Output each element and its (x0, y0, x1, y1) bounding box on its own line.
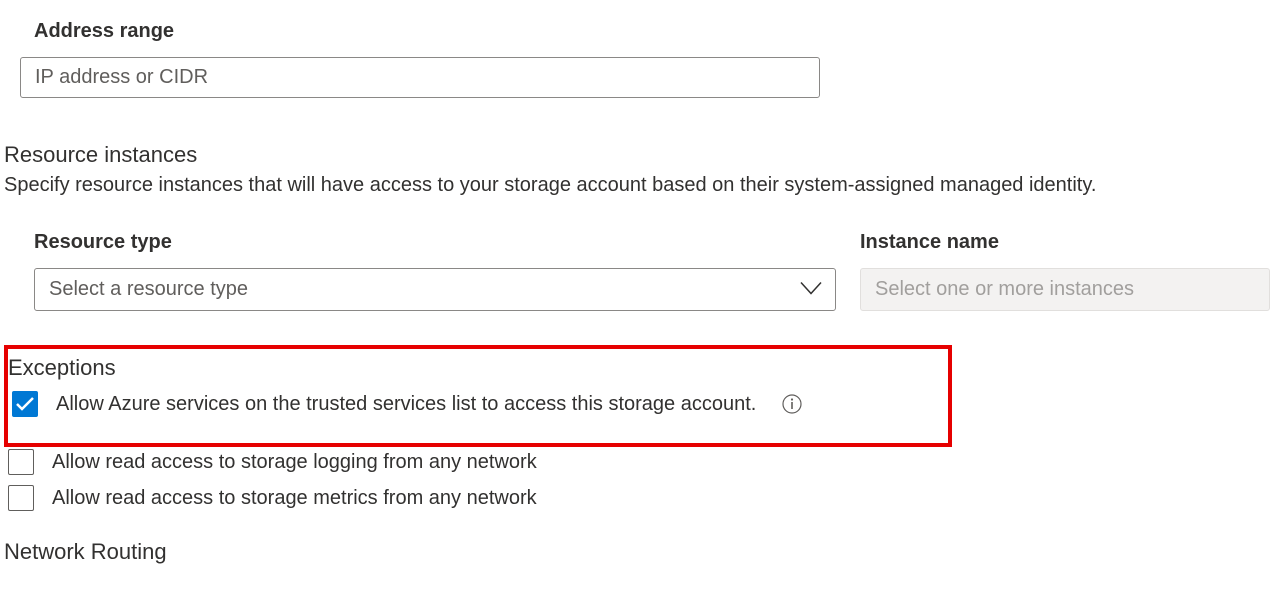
exception-label-trusted-services: Allow Azure services on the trusted serv… (56, 393, 756, 416)
exception-label-metrics: Allow read access to storage metrics fro… (52, 487, 537, 510)
resource-type-select-wrapper: Select a resource type (34, 268, 836, 311)
exception-row-trusted-services: Allow Azure services on the trusted serv… (8, 391, 948, 417)
exceptions-highlight-box: Exceptions Allow Azure services on the t… (4, 345, 952, 447)
resource-instances-title: Resource instances (4, 142, 1270, 168)
resource-instances-columns: Resource type Select a resource type Ins… (4, 231, 1270, 311)
instance-name-select-wrapper: Select one or more instances (860, 268, 1270, 311)
exceptions-remaining: Allow read access to storage logging fro… (4, 449, 1270, 511)
resource-type-select[interactable]: Select a resource type (34, 268, 836, 311)
checkbox-trusted-services[interactable] (12, 391, 38, 417)
exceptions-title: Exceptions (8, 355, 948, 381)
address-range-input[interactable] (20, 57, 820, 98)
resource-type-column: Resource type Select a resource type (4, 231, 836, 311)
exception-label-logging: Allow read access to storage logging fro… (52, 451, 537, 474)
instance-name-select: Select one or more instances (860, 268, 1270, 311)
instance-name-header: Instance name (860, 231, 1270, 254)
checkbox-logging[interactable] (8, 449, 34, 475)
resource-instances-description: Specify resource instances that will hav… (4, 174, 1270, 197)
network-routing-title: Network Routing (4, 539, 1270, 565)
address-range-header: Address range (4, 20, 1270, 43)
checkbox-metrics[interactable] (8, 485, 34, 511)
exception-row-metrics: Allow read access to storage metrics fro… (4, 485, 1270, 511)
exception-row-logging: Allow read access to storage logging fro… (4, 449, 1270, 475)
resource-type-header: Resource type (34, 231, 836, 254)
address-range-input-row (4, 57, 1270, 98)
instance-name-column: Instance name Select one or more instanc… (860, 231, 1270, 311)
info-icon[interactable] (782, 394, 802, 414)
